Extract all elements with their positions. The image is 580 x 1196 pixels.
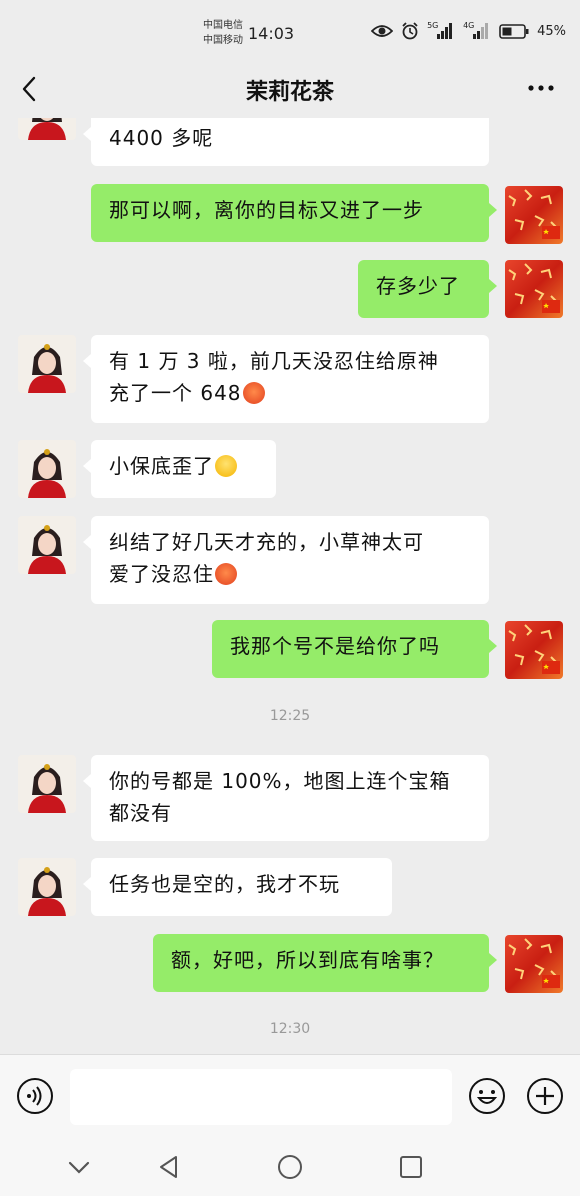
outgoing-message-bubble[interactable]: 存多少了	[358, 260, 497, 318]
incoming-message-bubble[interactable]: 有 1 万 3 啦，前几天没忍住给原神 充了一个 648	[83, 335, 489, 423]
voice-input-icon[interactable]	[16, 1077, 54, 1115]
chat-header: 茉莉花茶	[0, 62, 580, 118]
message-timestamp: 12:25	[269, 708, 311, 724]
back-triangle-icon[interactable]	[154, 1152, 184, 1182]
more-options-icon[interactable]	[526, 76, 556, 100]
hide-keyboard-chevron-icon[interactable]	[64, 1152, 94, 1182]
chat-title: 茉莉花茶	[245, 80, 334, 105]
flushed-face-emoji	[215, 563, 237, 585]
carrier-1: 中国电信	[203, 20, 243, 31]
status-bar: 中国电信 中国移动 14:03 5G 4G 45%	[0, 0, 580, 62]
my-avatar[interactable]	[505, 621, 563, 679]
contact-avatar[interactable]	[18, 335, 76, 393]
outgoing-message-bubble[interactable]: 那可以啊，离你的目标又进了一步	[91, 184, 497, 242]
message-line: 都没有	[109, 801, 172, 825]
signal-4g-icon: 4G	[463, 21, 491, 39]
contact-avatar[interactable]	[18, 858, 76, 916]
message-text: 任务也是空的，我才不玩	[109, 872, 340, 896]
my-avatar[interactable]	[505, 935, 563, 993]
message-line: 纠结了好几天才充的，小草神太可	[109, 530, 424, 554]
incoming-message-bubble[interactable]: 纠结了好几天才充的，小草神太可 爱了没忍住	[83, 516, 489, 604]
message-timestamp: 12:30	[269, 1021, 311, 1037]
carrier-2: 中国移动	[203, 35, 243, 46]
add-attachment-icon[interactable]	[526, 1077, 564, 1115]
message-text: 4400 多呢	[109, 126, 214, 150]
message-text: 额，好吧，所以到底有啥事？	[171, 948, 444, 972]
incoming-message-bubble[interactable]: 你的号都是 100%，地图上连个宝箱 都没有	[83, 755, 489, 841]
contact-avatar[interactable]	[18, 516, 76, 574]
message-input[interactable]	[70, 1069, 452, 1125]
crying-face-emoji	[215, 455, 237, 477]
battery-icon	[499, 23, 529, 39]
contact-avatar[interactable]	[18, 118, 76, 140]
home-circle-icon[interactable]	[275, 1152, 305, 1182]
my-avatar[interactable]	[505, 260, 563, 318]
emoji-picker-icon[interactable]	[468, 1077, 506, 1115]
message-text: 我那个号不是给你了吗	[230, 634, 440, 658]
message-line: 充了一个 648	[109, 381, 242, 405]
alarm-icon	[402, 22, 418, 40]
eye-icon	[371, 25, 394, 37]
recent-apps-square-icon[interactable]	[396, 1152, 426, 1182]
outgoing-message-bubble[interactable]: 额，好吧，所以到底有啥事？	[153, 934, 497, 992]
contact-avatar[interactable]	[18, 440, 76, 498]
system-icons: 5G 4G 45%	[371, 21, 566, 40]
incoming-message-bubble[interactable]: 小保底歪了	[83, 440, 276, 498]
signal-5g-icon: 5G	[427, 21, 455, 39]
message-line: 你的号都是 100%，地图上连个宝箱	[109, 769, 451, 793]
message-text: 小保底歪了	[109, 454, 214, 478]
message-line: 爱了没忍住	[109, 562, 214, 586]
input-bar	[0, 1054, 580, 1139]
message-line: 有 1 万 3 啦，前几天没忍住给原神	[109, 349, 439, 373]
message-text: 那可以啊，离你的目标又进了一步	[109, 198, 424, 222]
carrier-labels: 中国电信 中国移动	[203, 18, 243, 48]
incoming-message-bubble[interactable]: 任务也是空的，我才不玩	[83, 858, 392, 916]
clock: 14:03	[248, 24, 295, 43]
outgoing-message-bubble[interactable]: 我那个号不是给你了吗	[212, 620, 497, 678]
message-list[interactable]: 4400 多呢 那可以啊，离你的目标又进了一步 存多少了 有 1 万 3 啦，前…	[0, 118, 580, 1054]
battery-percent: 45%	[537, 23, 566, 39]
flushed-face-emoji	[242, 382, 265, 404]
message-text: 存多少了	[376, 274, 460, 298]
my-avatar[interactable]	[505, 186, 563, 244]
contact-avatar[interactable]	[18, 755, 76, 813]
system-navigation-bar	[0, 1138, 580, 1196]
incoming-message-bubble[interactable]: 4400 多呢	[83, 118, 489, 166]
